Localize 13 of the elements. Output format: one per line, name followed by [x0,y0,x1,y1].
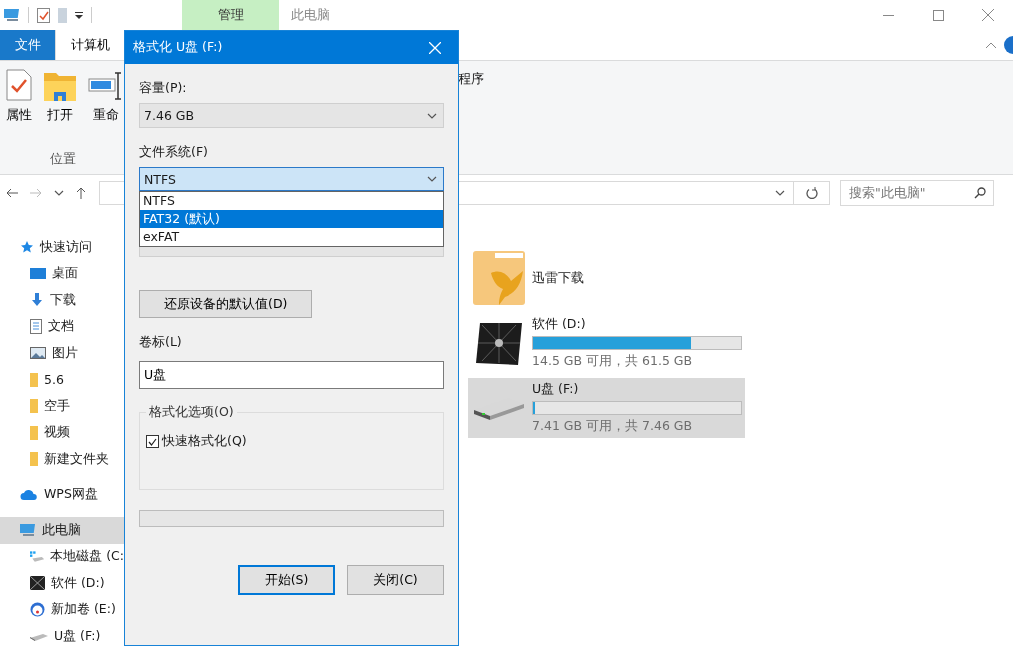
field-label: 容量(P): [139,80,187,95]
field-label: 卷标(L) [139,334,182,349]
group-label: 格式化选项(O) [148,404,235,421]
item-name: 迅雷下载 [532,269,584,287]
item-name: U盘 (F:) [532,381,580,398]
field-label: 文件系统(F) [139,144,208,159]
item-name: 软件 (D:) [532,316,587,333]
usage-text: 7.41 GB 可用，共 7.46 GB [532,418,694,435]
usage-text: 14.5 GB 可用，共 61.5 GB [532,353,694,370]
group-label: 位置 [50,151,76,168]
dialog-title: 格式化 U盘 (F:) [133,39,224,56]
ribbon-label: 程序 [458,70,485,88]
window-title: 此电脑 [291,6,330,24]
